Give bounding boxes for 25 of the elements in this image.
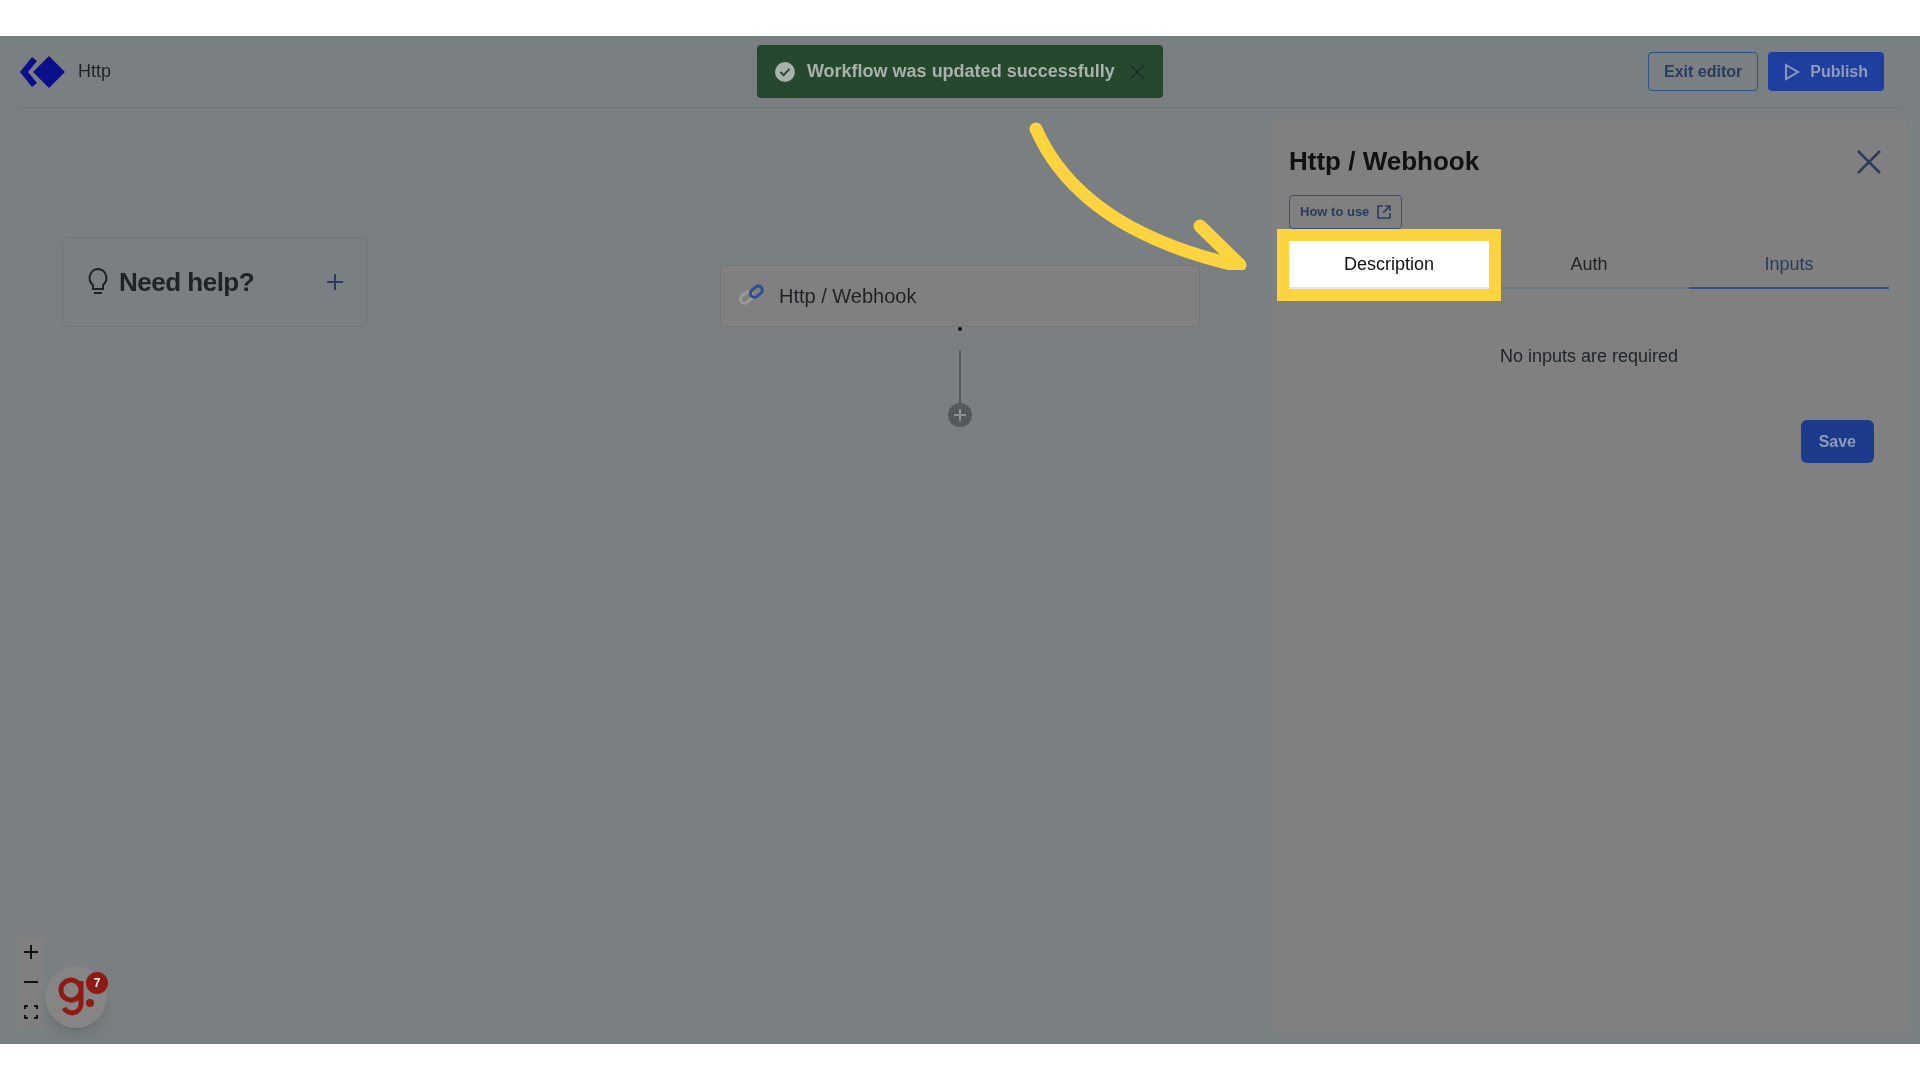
workflow-node[interactable]: Http / Webhook xyxy=(720,265,1200,327)
external-link-icon xyxy=(1377,205,1392,219)
workflow-title: Http xyxy=(78,60,111,83)
plus-icon[interactable] xyxy=(327,274,343,290)
empty-message: No inputs are required xyxy=(1498,345,1680,368)
connector-line xyxy=(959,350,961,403)
help-title: Need help? xyxy=(119,265,255,299)
how-to-use-button[interactable]: How to use xyxy=(1289,195,1403,229)
notification-badge: 7 xyxy=(86,972,108,994)
node-title: Http / Webhook xyxy=(779,284,917,309)
exit-editor-button[interactable]: Exit editor xyxy=(1648,52,1759,91)
panel-title: Http / Webhook xyxy=(1289,145,1480,178)
logo-icon xyxy=(18,54,66,89)
check-circle-icon xyxy=(775,60,795,83)
tab[interactable]: Inputs xyxy=(1689,241,1889,289)
toast-message: Workflow was updated successfully xyxy=(806,60,1115,83)
help-card[interactable]: Need help? xyxy=(62,237,368,327)
play-icon xyxy=(1784,62,1801,81)
publish-button[interactable]: Publish xyxy=(1768,52,1884,91)
tab[interactable]: Auth xyxy=(1489,241,1689,289)
save-button[interactable]: Save xyxy=(1800,420,1874,463)
lightbulb-icon xyxy=(87,267,109,297)
letter-logo-icon xyxy=(57,976,95,1018)
close-icon[interactable] xyxy=(1857,149,1881,174)
add-step-icon[interactable] xyxy=(948,403,972,427)
